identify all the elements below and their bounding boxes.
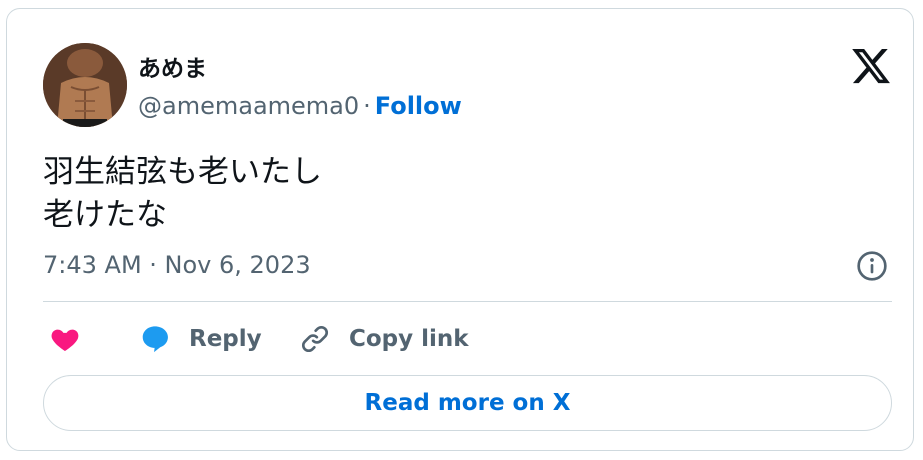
copy-link-label: Copy link — [349, 326, 469, 352]
tweet-timestamp[interactable]: 7:43 AM · Nov 6, 2023 — [43, 251, 311, 279]
separator-dot: · — [363, 92, 371, 120]
author-display-name[interactable]: あめま — [138, 49, 207, 83]
reply-label: Reply — [189, 326, 262, 352]
divider — [43, 301, 892, 302]
reply-bubble-icon — [142, 326, 168, 353]
x-logo-icon[interactable] — [850, 45, 892, 87]
link-icon — [301, 325, 329, 353]
tweet-line-1: 羽生結弦も老いたし — [43, 154, 322, 190]
heart-icon — [51, 329, 79, 351]
author-handle-row: @amemaamema0 · Follow — [138, 92, 462, 120]
avatar-image — [43, 43, 127, 127]
tweet-embed-card: あめま @amemaamema0 · Follow 羽生結弦も老いたし 老けたな 7… — [6, 8, 914, 451]
follow-link[interactable]: Follow — [375, 92, 462, 120]
reply-button[interactable]: Reply — [139, 317, 262, 361]
info-icon[interactable] — [856, 250, 888, 282]
copy-link-button[interactable]: Copy link — [299, 317, 469, 361]
action-bar: Reply Copy link — [43, 317, 892, 361]
author-handle[interactable]: @amemaamema0 — [138, 92, 359, 120]
tweet-text: 羽生結弦も老いたし 老けたな — [43, 151, 322, 237]
tweet-line-2: 老けたな — [43, 197, 167, 233]
read-more-button[interactable]: Read more on X — [43, 375, 892, 431]
like-button[interactable] — [49, 317, 81, 361]
avatar[interactable] — [43, 43, 127, 127]
